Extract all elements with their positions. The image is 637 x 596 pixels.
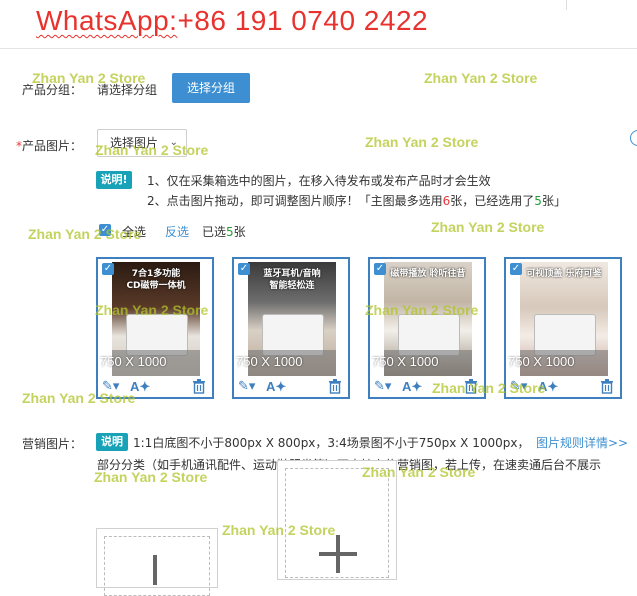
note-line2-text-b: 张，已经选用了 [450, 194, 535, 208]
marketing-label: 营销图片： [22, 437, 83, 451]
image-dimensions: 750 X 1000 [508, 354, 575, 369]
upload-white-bg-image[interactable] [96, 528, 218, 596]
thumbnail-caption: 7合1多功能 CD磁带一体机 [112, 268, 200, 292]
watermark: Zhan Yan 2 Store [424, 70, 538, 86]
trash-icon[interactable] [192, 379, 206, 394]
plus-icon-horizontal [319, 552, 357, 556]
caption-line1: 可视顶盖 乐府可鉴 [526, 269, 602, 279]
select-group-button[interactable]: 选择分组 [172, 73, 250, 103]
watermark: Zhan Yan 2 Store [28, 226, 142, 242]
caption-line2: CD磁带一体机 [126, 281, 186, 291]
watermark: Zhan Yan 2 Store [32, 70, 146, 86]
images-note-line1: 1、仅在采集箱选中的图片，在移入待发布或发布产品时才会生效 [147, 174, 491, 188]
ai-text-icon[interactable]: A✦ [266, 379, 286, 395]
ai-text-icon[interactable]: A✦ [402, 379, 422, 395]
card-checkbox[interactable]: ✓ [374, 263, 386, 275]
card-checkbox[interactable]: ✓ [238, 263, 250, 275]
card-toolbar: ✎▾ A✦ [234, 377, 348, 399]
caption-line2: 智能轻松连 [269, 281, 315, 291]
images-note-tag: 说明! [96, 171, 132, 189]
caption-line1: 7合1多功能 [131, 269, 181, 279]
watermark: Zhan Yan 2 Store [365, 134, 479, 150]
trash-icon[interactable] [600, 379, 614, 394]
image-dimensions: 750 X 1000 [100, 354, 167, 369]
image-card[interactable]: 可视顶盖 乐府可鉴 750 X 1000 ✓ ✎▾ A✦ [504, 257, 622, 399]
selected-count-text: 已选5张 [202, 223, 246, 240]
watermark: Zhan Yan 2 Store [365, 302, 479, 318]
watermark: Zhan Yan 2 Store [94, 469, 208, 485]
whatsapp-banner: WhatsApp:+86 191 0740 2422 [36, 5, 428, 37]
image-rules-link[interactable]: 图片规则详情>> [536, 434, 628, 451]
image-dimensions: 750 X 1000 [236, 354, 303, 369]
plus-icon [153, 555, 157, 585]
caption-line1: 蓝牙耳机/音响 [263, 269, 321, 279]
top-bar-divider [566, 0, 567, 10]
card-checkbox[interactable]: ✓ [102, 263, 114, 275]
marketing-note-tag: 说明 [96, 433, 128, 451]
watermark: Zhan Yan 2 Store [95, 302, 209, 318]
images-note-line2: 2、点击图片拖动，即可调整图片顺序！「主图最多选用6张，已经选用了5张」 [147, 192, 566, 209]
marketing-note-line1: 1:1白底图不小于800px X 800px，3:4场景图不小于750px X … [133, 436, 530, 450]
thumbnail-caption: 可视顶盖 乐府可鉴 [520, 268, 608, 280]
watermark: Zhan Yan 2 Store [95, 142, 209, 158]
note-line2-text-c: 张」 [541, 194, 566, 208]
thumbnail-caption: 蓝牙耳机/音响 智能轻松连 [248, 268, 336, 292]
help-icon[interactable]: i [630, 130, 637, 146]
images-label-row: *产品图片： [16, 137, 82, 154]
caption-line1: 磁带播放 聆听往昔 [390, 269, 466, 279]
whatsapp-label: WhatsApp: [36, 5, 178, 36]
card-checkbox[interactable]: ✓ [510, 263, 522, 275]
images-label: 产品图片： [22, 139, 83, 153]
magic-wand-icon[interactable]: ✎▾ [374, 379, 391, 394]
selected-prefix: 已选 [202, 225, 227, 239]
magic-wand-icon[interactable]: ✎▾ [238, 379, 255, 394]
watermark: Zhan Yan 2 Store [362, 464, 476, 480]
image-dimensions: 750 X 1000 [372, 354, 439, 369]
selected-count: 5 [226, 225, 234, 239]
watermark: Zhan Yan 2 Store [432, 380, 546, 396]
note-line2-text-a: 2、点击图片拖动，即可调整图片顺序！「主图最多选用 [147, 194, 443, 208]
whatsapp-phone: +86 191 0740 2422 [177, 5, 429, 36]
image-card[interactable]: 7合1多功能 CD磁带一体机 750 X 1000 ✓ ✎▾ A✦ [96, 257, 214, 399]
image-card[interactable]: 蓝牙耳机/音响 智能轻松连 750 X 1000 ✓ ✎▾ A✦ [232, 257, 350, 399]
watermark: Zhan Yan 2 Store [431, 219, 545, 235]
thumbnail-caption: 磁带播放 聆听往昔 [384, 268, 472, 280]
upload-dashed-area [104, 536, 210, 596]
watermark: Zhan Yan 2 Store [22, 390, 136, 406]
selected-suffix: 张 [233, 225, 246, 239]
used-images-count: 5 [534, 194, 542, 208]
trash-icon[interactable] [328, 379, 342, 394]
invert-selection-link[interactable]: 反选 [165, 223, 189, 240]
watermark: Zhan Yan 2 Store [222, 522, 336, 538]
image-card[interactable]: 磁带播放 聆听往昔 750 X 1000 ✓ ✎▾ A✦ [368, 257, 486, 399]
